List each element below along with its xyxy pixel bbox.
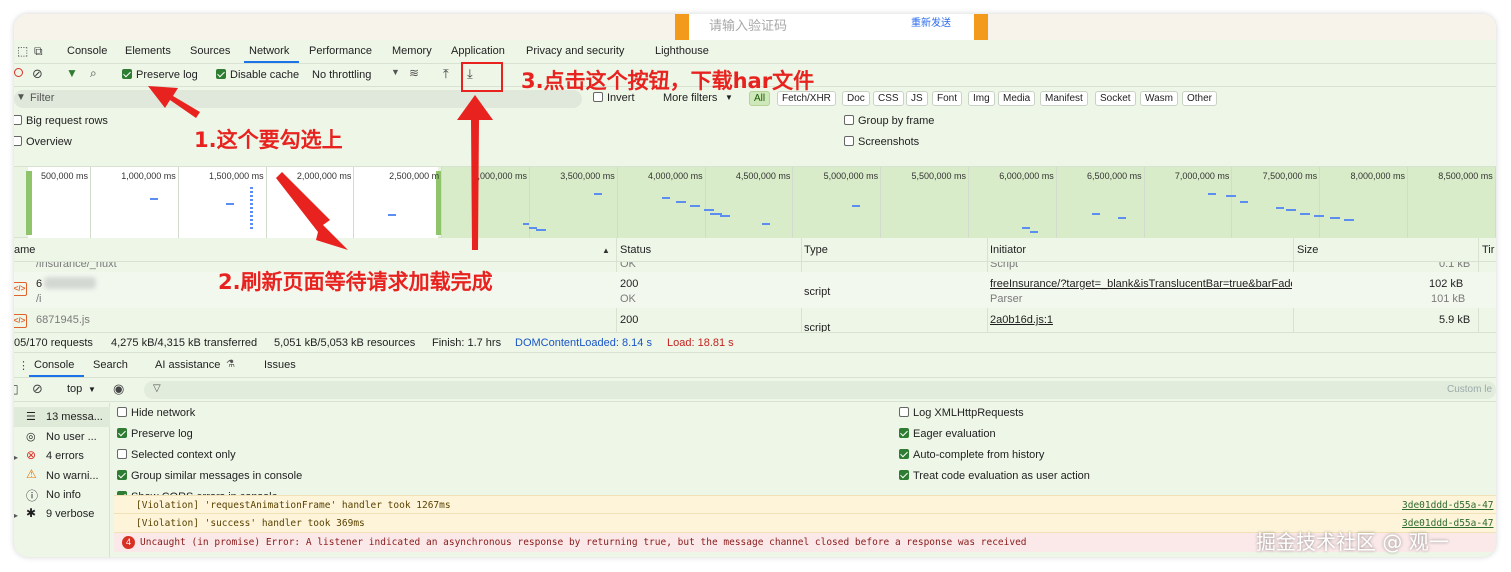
annotation-step-1: 1.这个要勾选上 [194,128,343,152]
annotation-arrow-3 [457,95,493,250]
annotation-arrow-1 [148,86,200,118]
annotation-step-2: 2.刷新页面等待请求加载完成 [218,270,493,294]
download-button-highlight-box [461,62,503,92]
annotation-arrow-2 [276,172,348,250]
watermark: 掘金技术社区 @ 观一 [1256,530,1449,554]
annotation-step-3: 3.点击这个按钮，下载har文件 [521,69,815,93]
